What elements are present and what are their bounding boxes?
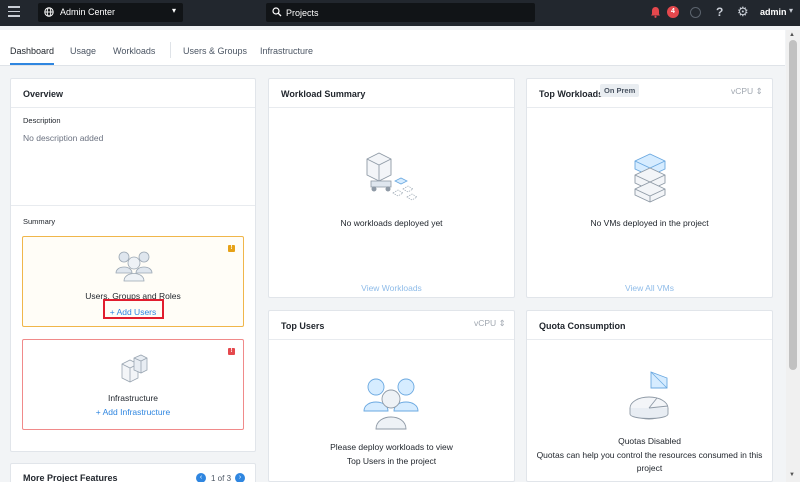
- add-users-highlight: [103, 299, 164, 319]
- summary-label: Summary: [23, 217, 56, 226]
- users-group-icon: [363, 378, 419, 430]
- forklift-icon: [366, 152, 418, 201]
- divider: [527, 107, 772, 108]
- tab-dashboard[interactable]: Dashboard: [10, 46, 54, 56]
- workloads-empty-text: No workloads deployed yet: [340, 218, 443, 228]
- alerts-bell-icon[interactable]: [650, 6, 661, 18]
- quota-status: Quotas Disabled: [618, 436, 681, 446]
- top-bar: Admin Center ▾ 4 ? ⚙ admin ▾: [0, 0, 800, 26]
- help-icon[interactable]: ?: [716, 5, 723, 19]
- chevron-down-icon[interactable]: ▾: [789, 6, 793, 15]
- top-users-empty-line2: Top Users in the project: [346, 456, 437, 466]
- workload-summary-card: Workload Summary No workloads deployed y…: [268, 78, 515, 298]
- vm-stack-icon: [634, 153, 666, 203]
- unit-label: vCPU: [474, 318, 497, 328]
- add-infrastructure-button[interactable]: + Add Infrastructure: [23, 407, 243, 417]
- divider: [269, 339, 514, 340]
- top-users-unit-select[interactable]: vCPU ⇕: [474, 318, 506, 329]
- top-users-empty-line1: Please deploy workloads to view: [330, 442, 453, 452]
- gear-icon[interactable]: ⚙: [737, 4, 749, 20]
- description-value: No description added: [23, 133, 104, 143]
- unit-label: vCPU: [731, 86, 754, 96]
- search-icon: [272, 7, 282, 17]
- overview-title: Overview: [23, 89, 64, 99]
- user-menu[interactable]: admin: [760, 7, 787, 17]
- search-input[interactable]: [286, 6, 526, 19]
- quota-title: Quota Consumption: [539, 321, 626, 331]
- active-tab-indicator: [10, 63, 54, 65]
- view-all-vms-link[interactable]: View All VMs: [527, 283, 772, 293]
- menu-icon[interactable]: [8, 6, 20, 18]
- global-search[interactable]: [266, 3, 535, 22]
- tab-divider: [170, 42, 171, 58]
- top-workloads-title: Top Workloads: [539, 89, 604, 99]
- pie-chart-icon: [629, 371, 669, 420]
- quota-note-line2: project: [636, 463, 663, 473]
- warning-flag-icon: !: [228, 245, 235, 252]
- vms-empty-text: No VMs deployed in the project: [590, 218, 709, 228]
- divider: [11, 107, 255, 108]
- tab-workloads[interactable]: Workloads: [113, 46, 155, 56]
- top-workloads-card: Top Workloads No VMs deployed in the pro…: [526, 78, 773, 298]
- app-title: Admin Center: [60, 7, 116, 17]
- infrastructure-summary-card: ! Infrastructure + Add Infrastructure: [22, 339, 244, 430]
- top-users-card: Top Users Please deploy workloads to vie…: [268, 310, 515, 482]
- pager-next-button[interactable]: ›: [235, 473, 245, 482]
- quota-consumption-card: Quota Consumption Quotas Disabled Quotas…: [526, 310, 773, 482]
- sort-icon: ⇕: [755, 86, 763, 96]
- divider: [269, 107, 514, 108]
- users-group-icon: [115, 251, 153, 282]
- quota-note-line1: Quotas can help you control the resource…: [536, 450, 763, 460]
- workload-summary-title: Workload Summary: [281, 89, 366, 99]
- divider: [11, 205, 255, 206]
- tab-usage[interactable]: Usage: [70, 46, 96, 56]
- pager-prev-button[interactable]: ‹: [196, 473, 206, 482]
- tab-infrastructure[interactable]: Infrastructure: [260, 46, 313, 56]
- globe-icon: [44, 7, 54, 17]
- top-workloads-unit-select[interactable]: vCPU ⇕: [731, 86, 763, 97]
- description-label: Description: [23, 116, 61, 125]
- alert-count-badge[interactable]: 4: [667, 6, 679, 18]
- pager-label: 1 of 3: [211, 474, 232, 482]
- more-features-title: More Project Features: [23, 473, 118, 482]
- tab-bar: Dashboard Usage Workloads Users & Groups…: [0, 30, 785, 66]
- chevron-down-icon: ▾: [171, 6, 176, 15]
- view-workloads-link[interactable]: View Workloads: [269, 283, 514, 293]
- scrollbar-thumb[interactable]: [789, 40, 797, 370]
- scroll-down-arrow-icon[interactable]: ▼: [789, 472, 795, 478]
- top-users-title: Top Users: [281, 321, 325, 331]
- divider: [527, 339, 772, 340]
- infrastructure-icon: [121, 354, 148, 383]
- infrastructure-card-title: Infrastructure: [107, 393, 159, 403]
- app-switcher[interactable]: Admin Center ▾: [38, 3, 183, 22]
- tasks-status-icon[interactable]: [690, 7, 701, 18]
- scroll-up-arrow-icon[interactable]: ▲: [789, 32, 795, 38]
- location-pill[interactable]: On Prem: [600, 84, 640, 97]
- tab-users-groups[interactable]: Users & Groups: [183, 46, 247, 56]
- warning-flag-icon: !: [228, 348, 235, 355]
- sort-icon: ⇕: [498, 318, 506, 328]
